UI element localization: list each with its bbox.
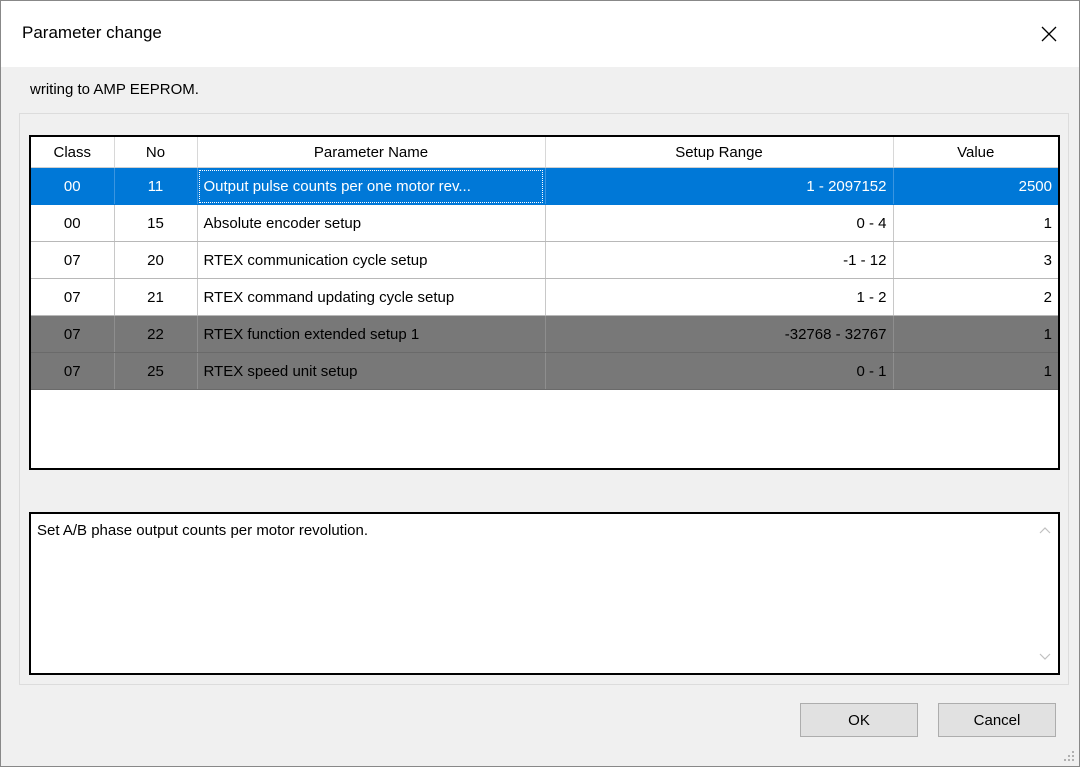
table-row[interactable]: 07 21 RTEX command updating cycle setup … (31, 278, 1058, 316)
cell-no: 22 (114, 315, 198, 353)
cell-no: 21 (114, 278, 198, 316)
cell-no: 11 (114, 167, 198, 205)
description-scrollbar[interactable] (1032, 514, 1058, 673)
cell-parameter-name: RTEX function extended setup 1 (197, 315, 546, 353)
description-box[interactable]: Set A/B phase output counts per motor re… (29, 512, 1060, 675)
cell-value[interactable]: 2500 (893, 167, 1058, 205)
cell-setup-range: -1 - 12 (545, 241, 894, 279)
cell-class: 07 (31, 241, 115, 279)
cell-setup-range: 1 - 2 (545, 278, 894, 316)
table-row[interactable]: 07 20 RTEX communication cycle setup -1 … (31, 241, 1058, 279)
close-icon (1041, 26, 1057, 42)
scroll-down-button[interactable] (1032, 643, 1058, 671)
cell-no: 15 (114, 204, 198, 242)
cell-setup-range: -32768 - 32767 (545, 315, 894, 353)
status-message: writing to AMP EEPROM. (30, 81, 199, 98)
chevron-up-icon (1039, 527, 1051, 534)
cell-class: 07 (31, 315, 115, 353)
resize-grip-icon[interactable] (1061, 748, 1075, 762)
cell-value[interactable]: 2 (893, 278, 1058, 316)
column-header-parameter-name[interactable]: Parameter Name (197, 137, 546, 168)
cell-no: 25 (114, 352, 198, 390)
table-row-disabled[interactable]: 07 22 RTEX function extended setup 1 -32… (31, 315, 1058, 353)
close-button[interactable] (1019, 1, 1079, 67)
chevron-down-icon (1039, 653, 1051, 660)
title-bar: Parameter change (1, 1, 1079, 67)
cancel-button[interactable]: Cancel (938, 703, 1056, 737)
table-row-disabled[interactable]: 07 25 RTEX speed unit setup 0 - 1 1 (31, 352, 1058, 390)
column-header-value[interactable]: Value (893, 137, 1058, 168)
cell-class: 00 (31, 167, 115, 205)
cell-setup-range: 0 - 1 (545, 352, 894, 390)
table-row[interactable]: 00 11 Output pulse counts per one motor … (31, 167, 1058, 205)
table-row[interactable]: 00 15 Absolute encoder setup 0 - 4 1 (31, 204, 1058, 242)
cell-value[interactable]: 3 (893, 241, 1058, 279)
parameter-change-dialog: Parameter change writing to AMP EEPROM. … (0, 0, 1080, 767)
ok-button[interactable]: OK (800, 703, 918, 737)
cell-parameter-name: RTEX communication cycle setup (197, 241, 546, 279)
column-header-no[interactable]: No (114, 137, 198, 168)
cell-parameter-name: Absolute encoder setup (197, 204, 546, 242)
dialog-title: Parameter change (22, 23, 162, 42)
cell-setup-range: 0 - 4 (545, 204, 894, 242)
column-header-setup-range[interactable]: Setup Range (545, 137, 894, 168)
description-text: Set A/B phase output counts per motor re… (37, 522, 369, 539)
cell-value: 1 (893, 315, 1058, 353)
cell-class: 00 (31, 204, 115, 242)
parameter-grid[interactable]: Class No Parameter Name Setup Range Valu… (29, 135, 1060, 470)
cell-no: 20 (114, 241, 198, 279)
cell-value[interactable]: 1 (893, 204, 1058, 242)
table-header-row: Class No Parameter Name Setup Range Valu… (31, 137, 1058, 168)
cell-class: 07 (31, 278, 115, 316)
cell-setup-range: 1 - 2097152 (545, 167, 894, 205)
cell-parameter-name: RTEX command updating cycle setup (197, 278, 546, 316)
scroll-up-button[interactable] (1032, 516, 1058, 544)
cell-value: 1 (893, 352, 1058, 390)
cell-parameter-name: Output pulse counts per one motor rev... (197, 167, 546, 205)
cell-class: 07 (31, 352, 115, 390)
column-header-class[interactable]: Class (31, 137, 115, 168)
parameter-table: Class No Parameter Name Setup Range Valu… (31, 137, 1058, 390)
cell-parameter-name: RTEX speed unit setup (197, 352, 546, 390)
